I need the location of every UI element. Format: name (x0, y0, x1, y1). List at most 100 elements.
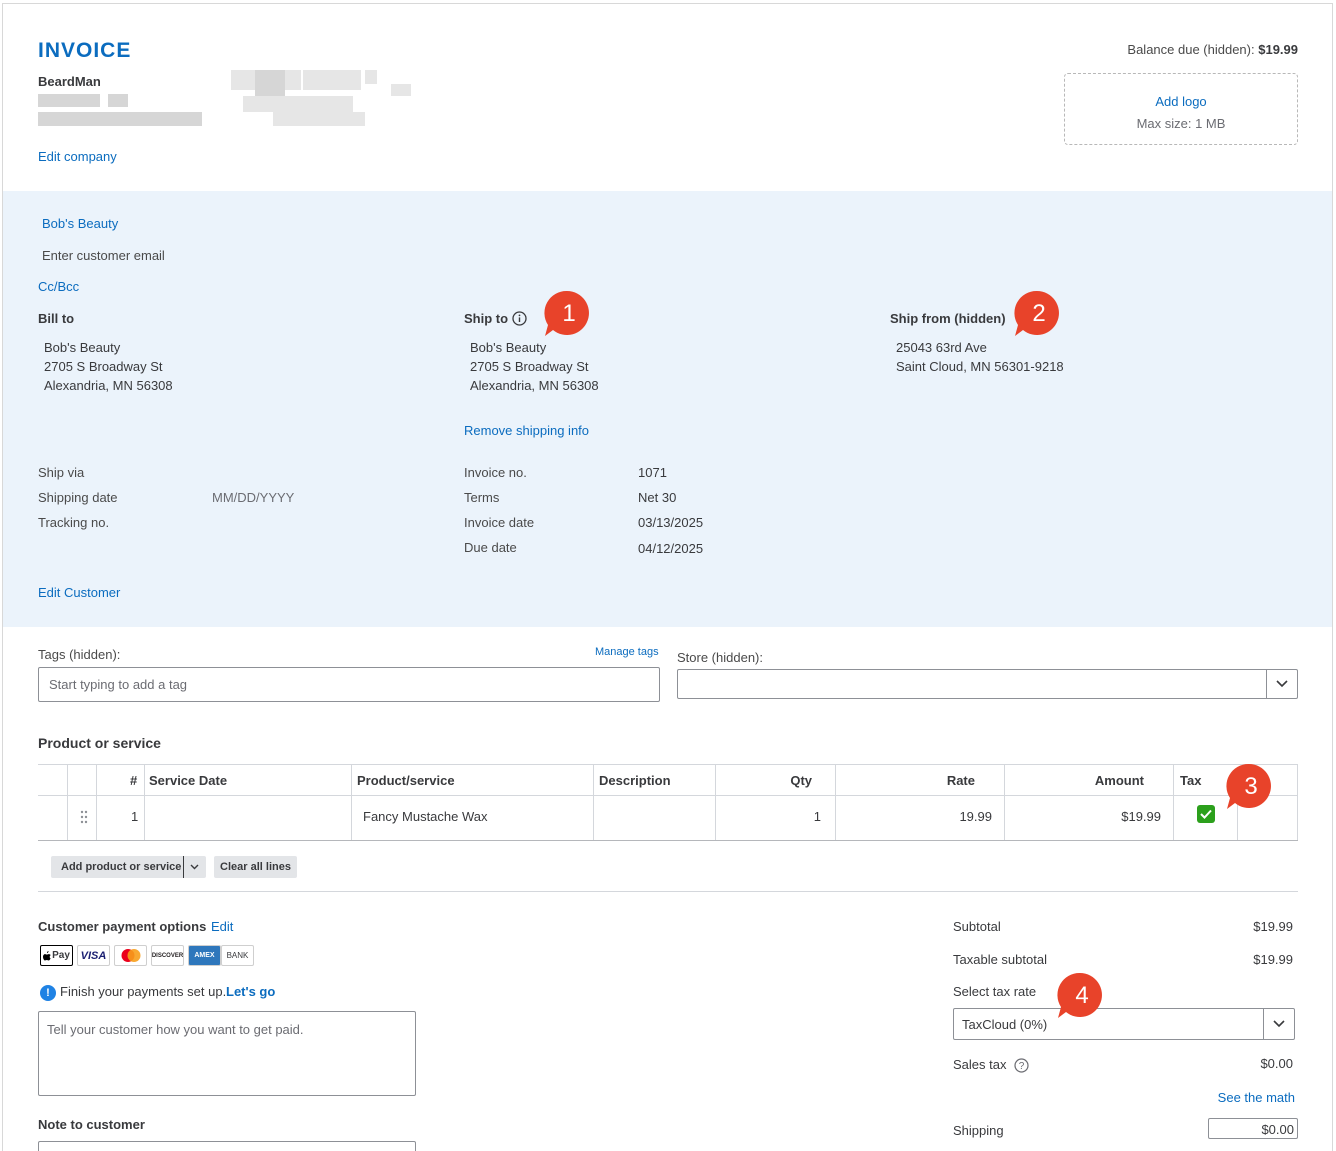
bill-to-label: Bill to (38, 311, 75, 326)
edit-customer-link[interactable]: Edit Customer (38, 585, 120, 600)
payment-instructions-placeholder: Tell your customer how you want to get p… (47, 1022, 304, 1037)
terms-label: Terms (464, 490, 500, 505)
svg-text:?: ? (1019, 1061, 1025, 1072)
chevron-down-icon[interactable] (1263, 1009, 1294, 1039)
add-product-button[interactable]: Add product or service (51, 856, 206, 878)
ship-from-line: Saint Cloud, MN 56301-9218 (896, 359, 1064, 374)
bill-to-line: Alexandria, MN 56308 (44, 378, 173, 393)
lets-go-link[interactable]: Let's go (226, 984, 275, 999)
ship-to-label: Ship to (464, 311, 509, 326)
tags-input[interactable]: Start typing to add a tag (38, 667, 660, 702)
invoice-title: INVOICE (38, 39, 132, 62)
cc-bcc-link[interactable]: Cc/Bcc (38, 279, 79, 294)
col-header-num: # (130, 773, 138, 788)
payment-instructions-field[interactable]: Tell your customer how you want to get p… (38, 1011, 416, 1096)
tracking-no-label: Tracking no. (38, 515, 110, 530)
amex-icon: AMEX (188, 945, 221, 966)
due-date-label: Due date (464, 540, 517, 555)
row-rate[interactable]: 19.99 (959, 809, 992, 824)
divider (38, 891, 1298, 892)
svg-text:3: 3 (1244, 773, 1257, 800)
drag-handle-icon[interactable] (80, 810, 88, 824)
invoice-date-value[interactable]: 03/13/2025 (638, 515, 703, 530)
add-logo-link[interactable]: Add logo (1065, 94, 1297, 109)
company-name: BeardMan (38, 74, 101, 89)
taxable-subtotal-value: $19.99 (1253, 952, 1293, 967)
row-qty[interactable]: 1 (814, 809, 821, 824)
terms-value[interactable]: Net 30 (638, 490, 676, 505)
col-header-amount: Amount (1094, 773, 1144, 788)
see-the-math-link[interactable]: See the math (1218, 1090, 1295, 1105)
product-section-title: Product or service (38, 735, 161, 751)
tags-label: Tags (hidden): (38, 647, 121, 662)
mastercard-icon (114, 945, 147, 966)
shipping-amount-field[interactable]: $0.00 (1208, 1118, 1298, 1139)
bill-to-line: Bob's Beauty (44, 340, 121, 355)
payment-edit-link[interactable]: Edit (211, 919, 233, 934)
tax-rate-label: Select tax rate (953, 984, 1037, 999)
subtotal-label: Subtotal (953, 919, 1001, 934)
discover-icon: DISCOVER (151, 945, 184, 966)
remove-shipping-link[interactable]: Remove shipping info (464, 423, 589, 438)
balance-due: Balance due (hidden): $19.99 (1127, 42, 1298, 57)
shipping-amount-value: $0.00 (1261, 1122, 1294, 1137)
callout-badge-1: 1 (544, 290, 589, 336)
balance-due-label: Balance due (hidden): (1127, 42, 1255, 57)
svg-text:1: 1 (562, 300, 575, 327)
bill-to-line: 2705 S Broadway St (44, 359, 163, 374)
bank-icon: BANK (221, 945, 254, 966)
svg-text:4: 4 (1075, 982, 1088, 1009)
row-number: 1 (131, 809, 139, 824)
store-select[interactable] (677, 669, 1298, 699)
tax-checkbox[interactable] (1197, 805, 1215, 823)
chevron-down-icon[interactable] (1266, 670, 1297, 698)
store-label: Store (hidden): (677, 650, 763, 665)
callout-badge-4: 4 (1057, 972, 1102, 1018)
row-amount[interactable]: $19.99 (1121, 809, 1161, 824)
info-icon: ! (40, 985, 56, 1001)
visa-label: VISA (80, 949, 107, 962)
col-header-description: Description (599, 773, 671, 788)
ship-from-label: Ship from (hidden) (890, 311, 1006, 326)
manage-tags-link[interactable]: Manage tags (595, 646, 659, 658)
note-to-customer-label: Note to customer (38, 1117, 145, 1132)
tags-placeholder: Start typing to add a tag (49, 677, 188, 692)
sales-tax-value: $0.00 (1260, 1056, 1293, 1071)
shipping-label: Shipping (953, 1123, 1004, 1138)
discover-label: DISCOVER (151, 952, 184, 959)
taxable-subtotal-label: Taxable subtotal (953, 952, 1047, 967)
ship-via-label: Ship via (38, 465, 85, 480)
shipping-date-label: Shipping date (38, 490, 118, 505)
invoice-no-label: Invoice no. (464, 465, 527, 480)
customer-email-field[interactable]: Enter customer email (42, 248, 165, 263)
balance-due-value: $19.99 (1258, 42, 1298, 57)
invoice-date-label: Invoice date (464, 515, 535, 530)
apple-logo-icon (43, 950, 51, 960)
customer-name-select[interactable]: Bob's Beauty (42, 216, 118, 231)
due-date-value[interactable]: 04/12/2025 (638, 541, 703, 556)
chevron-down-icon[interactable] (183, 856, 205, 878)
payment-options-title: Customer payment options (38, 919, 207, 934)
sales-tax-label: Sales tax (953, 1057, 1007, 1072)
bank-label: BANK (226, 951, 249, 960)
info-icon[interactable] (512, 311, 527, 326)
clear-lines-label: Clear all lines (220, 861, 291, 873)
row-product[interactable]: Fancy Mustache Wax (363, 809, 488, 824)
ship-from-line: 25043 63rd Ave (896, 340, 987, 355)
amex-label: AMEX (194, 952, 215, 959)
tax-rate-select[interactable]: TaxCloud (0%) (953, 1008, 1295, 1040)
help-icon[interactable]: ? (1014, 1058, 1029, 1073)
checkmark-icon (1200, 809, 1212, 819)
edit-company-link[interactable]: Edit company (38, 149, 117, 164)
col-header-tax: Tax (1180, 773, 1202, 788)
invoice-no-value[interactable]: 1071 (638, 465, 667, 480)
clear-lines-button[interactable]: Clear all lines (214, 856, 297, 878)
callout-badge-3: 3 (1226, 763, 1271, 809)
shipping-date-input[interactable]: MM/DD/YYYY (212, 490, 294, 505)
col-header-service-date: Service Date (149, 773, 228, 788)
payment-setup-text: Finish your payments set up. (60, 984, 227, 999)
subtotal-value: $19.99 (1253, 919, 1293, 934)
note-to-customer-field[interactable] (38, 1141, 416, 1151)
add-logo-box[interactable]: Add logo Max size: 1 MB (1064, 73, 1298, 145)
customer-section (3, 191, 1332, 627)
